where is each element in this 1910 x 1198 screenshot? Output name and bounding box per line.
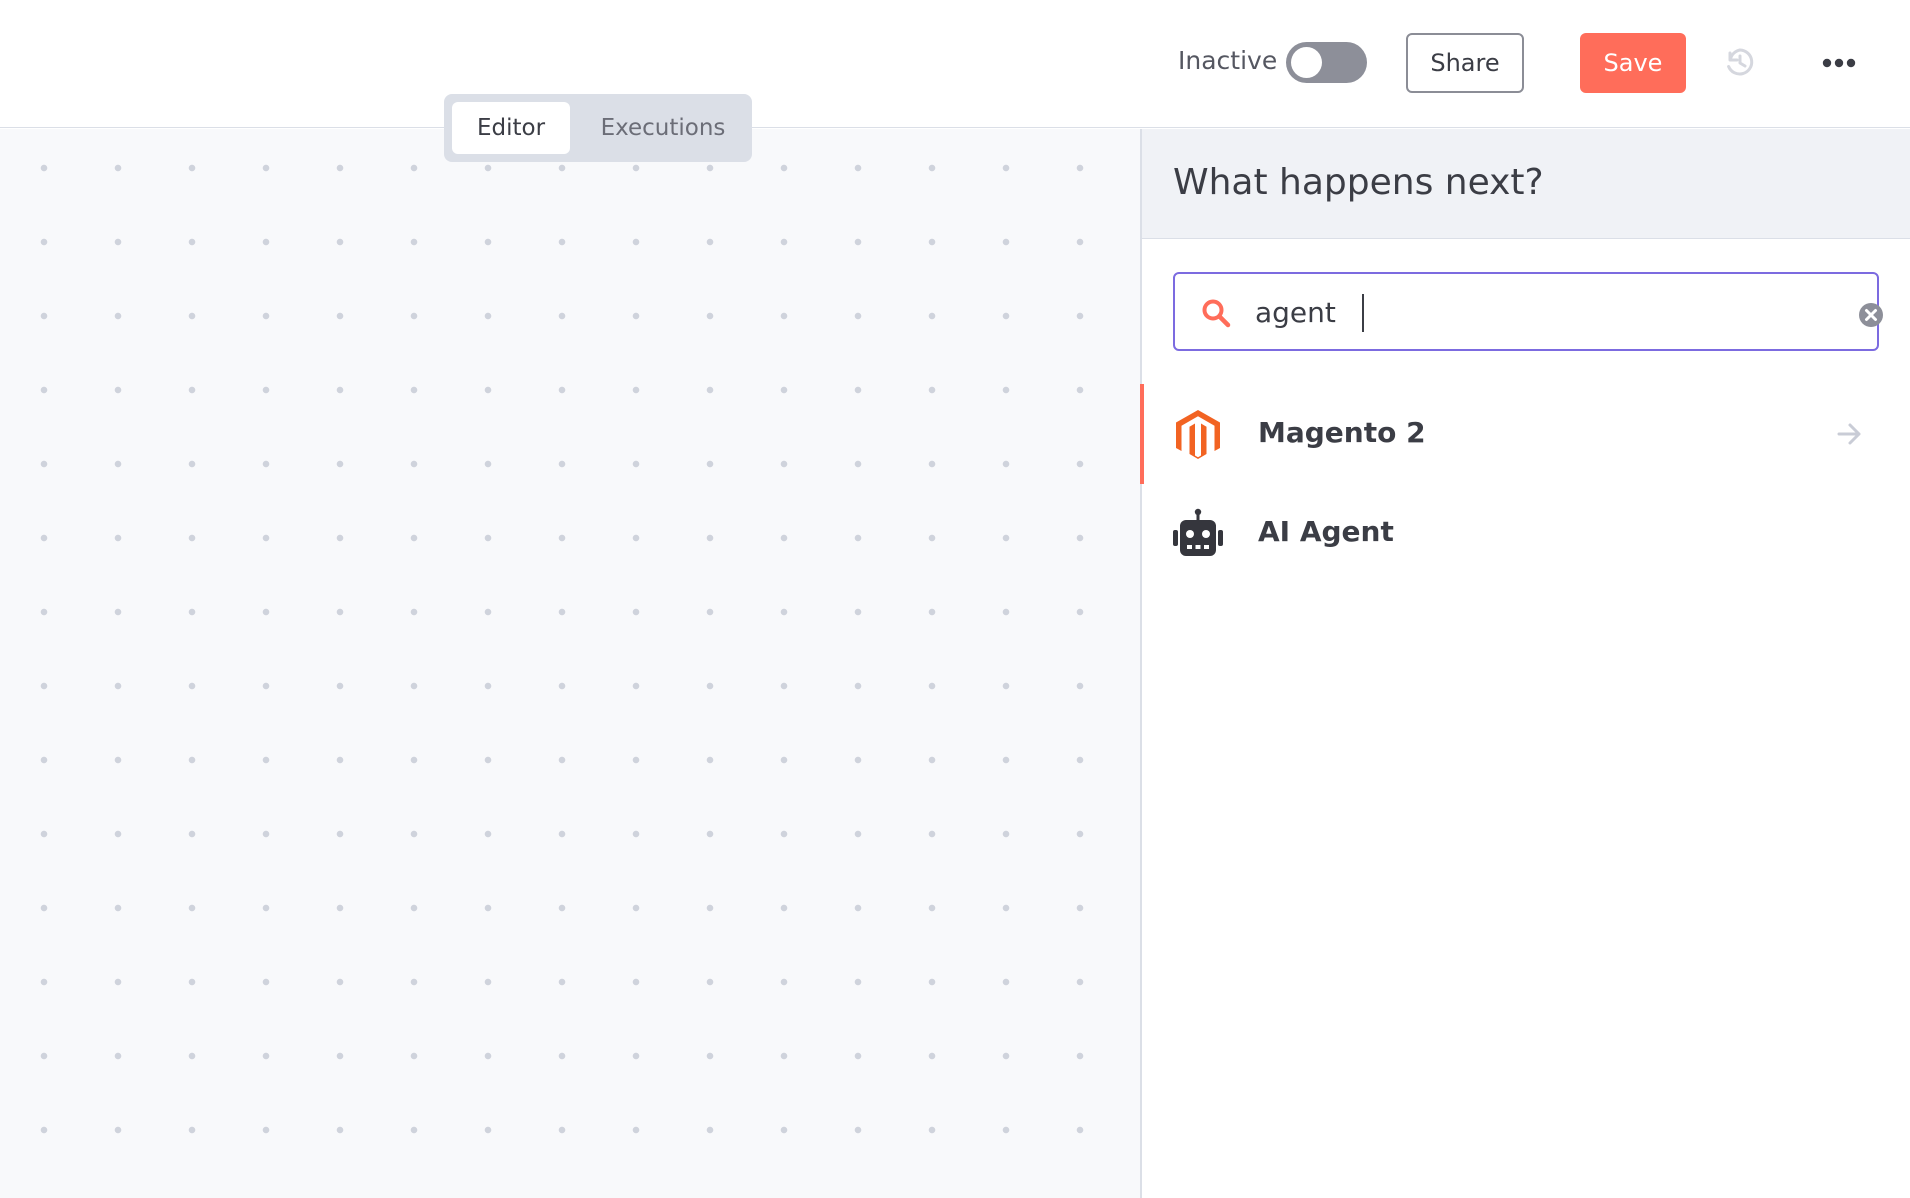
share-button[interactable]: Share bbox=[1406, 33, 1524, 93]
toggle-knob bbox=[1291, 47, 1322, 78]
magento-icon bbox=[1176, 410, 1220, 459]
view-tabs: Editor Executions bbox=[444, 94, 752, 162]
search-input[interactable] bbox=[1255, 290, 1795, 334]
result-item-ai-agent[interactable]: AI Agent bbox=[1142, 483, 1910, 583]
result-label: Magento 2 bbox=[1258, 416, 1426, 449]
workflow-editor: Inactive Share Save Editor Executions Wh… bbox=[0, 0, 1910, 1198]
node-creator-panel: What happens next? Magento 2 bbox=[1140, 129, 1910, 1198]
search-icon bbox=[1202, 299, 1231, 328]
active-toggle[interactable] bbox=[1286, 42, 1367, 83]
save-button[interactable]: Save bbox=[1580, 33, 1686, 93]
top-bar: Inactive Share Save bbox=[0, 0, 1910, 128]
tab-editor[interactable]: Editor bbox=[452, 102, 570, 154]
robot-icon bbox=[1173, 508, 1223, 556]
arrow-right-icon bbox=[1837, 423, 1861, 445]
result-item-magento-2[interactable]: Magento 2 bbox=[1140, 384, 1910, 484]
workflow-canvas[interactable] bbox=[0, 129, 1140, 1198]
search-field[interactable] bbox=[1173, 272, 1883, 351]
panel-header: What happens next? bbox=[1142, 129, 1910, 239]
tab-executions[interactable]: Executions bbox=[582, 102, 744, 154]
status-label: Inactive bbox=[1178, 46, 1278, 75]
clear-icon[interactable] bbox=[1858, 302, 1884, 328]
panel-title: What happens next? bbox=[1173, 162, 1544, 203]
result-label: AI Agent bbox=[1258, 515, 1394, 548]
more-options-icon[interactable] bbox=[1822, 53, 1856, 73]
history-icon[interactable] bbox=[1724, 46, 1756, 78]
text-cursor bbox=[1362, 294, 1364, 332]
